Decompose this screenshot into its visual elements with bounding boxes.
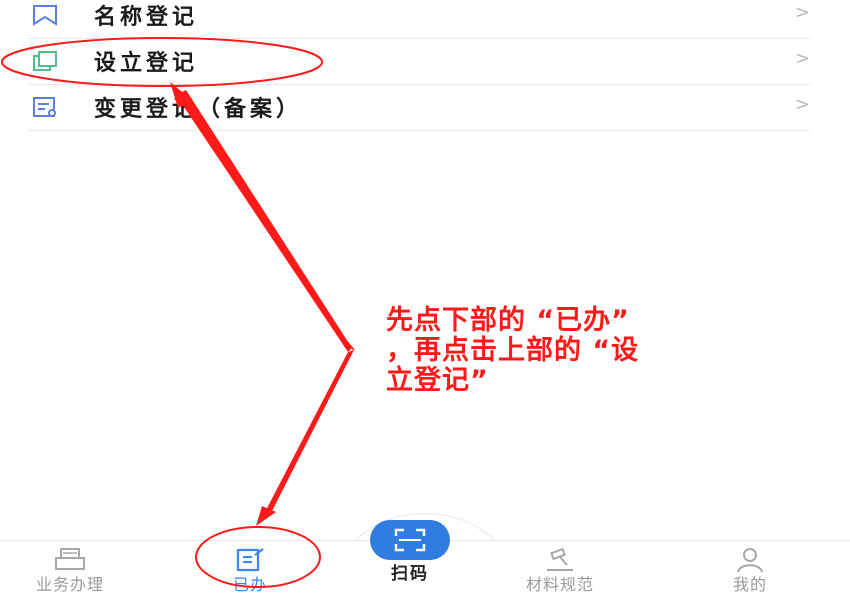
menu-item-change-registration[interactable]: 变更登记（备案） > xyxy=(28,84,810,130)
instruction-annotation: 先点下部的 “已办” ，再点击上部的 “设 立登记” xyxy=(386,306,846,396)
copy-icon xyxy=(33,51,57,71)
tab-materials[interactable]: 材料规范 xyxy=(490,541,630,605)
user-icon xyxy=(737,548,763,573)
bookmark-icon xyxy=(33,5,57,26)
edit-list-icon xyxy=(236,548,264,572)
connector-line xyxy=(321,311,355,351)
tab-business[interactable]: 业务办理 xyxy=(10,541,130,605)
scan-icon xyxy=(394,528,426,552)
tab-mine[interactable]: 我的 xyxy=(690,541,810,605)
menu-item-label: 名称登记 xyxy=(94,5,199,30)
menu-item-establish-registration[interactable]: 设立登记 > xyxy=(28,38,810,84)
menu-item-name-registration[interactable]: 名称登记 > xyxy=(28,0,810,38)
tab-label: 已办 xyxy=(232,575,267,594)
scan-button[interactable] xyxy=(370,520,450,560)
menu-item-label: 变更登记（备案） xyxy=(94,97,303,122)
divider xyxy=(28,130,810,131)
menu-item-label: 设立登记 xyxy=(94,51,199,76)
arrow-down-head xyxy=(256,506,276,526)
chevron-right-icon: > xyxy=(794,48,810,69)
chevron-right-icon: > xyxy=(794,2,810,23)
arrow-down-shaft xyxy=(264,350,354,515)
printer-icon xyxy=(55,548,85,570)
annotation-line: 立登记” xyxy=(386,365,489,396)
tab-label: 我的 xyxy=(732,575,767,594)
edit-form-icon xyxy=(33,97,56,117)
tab-label: 业务办理 xyxy=(35,575,104,594)
scan-tab-label: 扫码 xyxy=(391,564,429,584)
annotation-line: 先点下部的 “已办” xyxy=(386,305,630,336)
annotation-line: ，再点击上部的 “设 xyxy=(386,335,640,366)
tab-done[interactable]: 已办 xyxy=(190,541,310,605)
gavel-icon xyxy=(547,547,573,571)
tab-label: 材料规范 xyxy=(525,575,594,594)
chevron-right-icon: > xyxy=(794,94,810,115)
